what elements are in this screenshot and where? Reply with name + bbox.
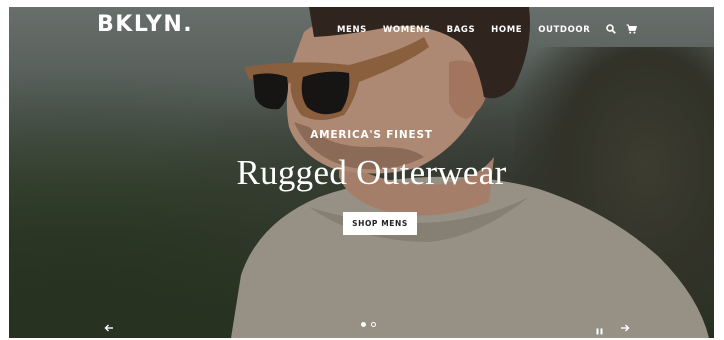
nav-item-home[interactable]: HOME bbox=[491, 25, 522, 35]
slide-dots bbox=[361, 322, 376, 327]
nav-item-womens[interactable]: WOMENS bbox=[383, 25, 431, 35]
search-icon[interactable] bbox=[606, 21, 617, 39]
nav-item-mens[interactable]: MENS bbox=[337, 25, 367, 35]
slide-dot-1[interactable] bbox=[361, 322, 366, 327]
cart-icon[interactable] bbox=[626, 21, 638, 39]
main-nav: MENS WOMENS BAGS HOME OUTDOOR bbox=[337, 21, 647, 39]
hero-eyebrow: AMERICA'S FINEST bbox=[310, 129, 433, 141]
store-logo[interactable]: BKLYN. bbox=[97, 12, 193, 37]
arrow-left-icon[interactable] bbox=[104, 320, 114, 338]
slide-dot-2[interactable] bbox=[371, 322, 376, 327]
pause-icon[interactable] bbox=[596, 322, 603, 340]
arrow-right-icon[interactable] bbox=[620, 320, 630, 338]
nav-item-outdoor[interactable]: OUTDOOR bbox=[538, 25, 590, 35]
shop-mens-button[interactable]: SHOP MENS bbox=[343, 212, 417, 235]
hero-slideshow: AMERICA'S FINEST Rugged Outerwear SHOP M… bbox=[9, 7, 714, 338]
hero-headline: Rugged Outerwear bbox=[236, 153, 507, 192]
nav-item-bags[interactable]: BAGS bbox=[447, 25, 476, 35]
